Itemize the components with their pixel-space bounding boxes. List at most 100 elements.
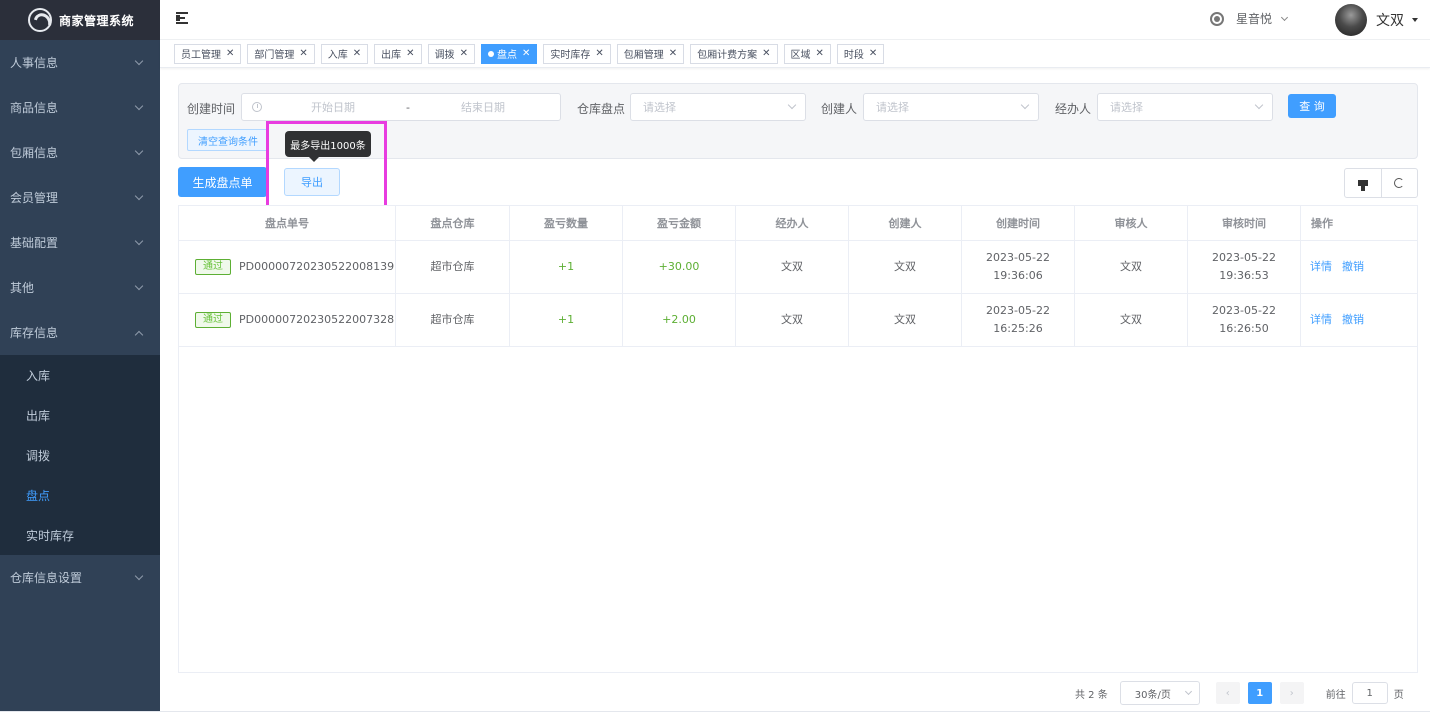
tab-realtime-stock[interactable]: 实时库存 ✕: [543, 43, 611, 64]
qty-cell: +1: [510, 241, 623, 293]
sidebar-subitem-stock-in[interactable]: 入库: [0, 355, 160, 395]
detail-link[interactable]: 详情: [1310, 258, 1332, 276]
refresh-button[interactable]: [1380, 169, 1418, 197]
close-icon[interactable]: ✕: [353, 48, 361, 59]
tab-employees[interactable]: 员工管理 ✕: [174, 43, 242, 64]
start-date-input[interactable]: 开始日期: [268, 99, 398, 115]
warehouse-select[interactable]: 请选择: [630, 93, 806, 121]
sidebar-subitem-stock-out[interactable]: 出库: [0, 395, 160, 435]
close-icon[interactable]: ✕: [762, 48, 770, 59]
sidebar-item-rooms[interactable]: 包厢信息: [0, 130, 160, 175]
sidebar-item-basic-config[interactable]: 基础配置: [0, 220, 160, 265]
revoke-link[interactable]: 撤销: [1342, 258, 1364, 276]
created-time-label: 创建时间: [187, 102, 236, 116]
tab-time-slot[interactable]: 时段 ✕: [836, 43, 885, 64]
close-icon[interactable]: ✕: [299, 48, 307, 59]
user-menu[interactable]: 文双: [1335, 4, 1418, 36]
warehouse-cell: 超市仓库: [396, 294, 510, 346]
generate-stocktake-button[interactable]: 生成盘点单: [178, 167, 267, 197]
chevron-down-icon: [787, 100, 797, 110]
status-badge: 通过: [195, 259, 231, 275]
prev-page-button[interactable]: ‹: [1215, 682, 1240, 704]
sidebar-item-inventory[interactable]: 库存信息: [0, 310, 160, 355]
tab-area[interactable]: 区域 ✕: [783, 43, 831, 64]
chevron-down-icon: [134, 571, 144, 580]
clock-icon: [252, 102, 262, 112]
end-date-input[interactable]: 结束日期: [418, 99, 548, 115]
table-header: 盘点单号 盘点仓库 盈亏数量 盈亏金额 经办人 创建人 创建时间 审核人 审核时…: [179, 206, 1417, 241]
close-icon[interactable]: ✕: [869, 48, 877, 59]
sidebar-item-warehouse-settings[interactable]: 仓库信息设置: [0, 555, 160, 600]
goto-page-input[interactable]: 1: [1351, 682, 1388, 704]
close-icon[interactable]: ✕: [816, 48, 824, 59]
sidebar-item-label: 其他: [10, 281, 35, 295]
close-icon[interactable]: ✕: [522, 48, 530, 59]
date-range-picker[interactable]: 开始日期 - 结束日期: [241, 93, 561, 121]
sidebar-item-goods[interactable]: 商品信息: [0, 85, 160, 130]
amount-cell: +2.00: [623, 294, 736, 346]
revoke-link[interactable]: 撤销: [1342, 311, 1364, 329]
review-time-cell: 2023-05-22 16:26:50: [1212, 304, 1276, 335]
sidebar: 商家管理系统 人事信息 商品信息 包厢信息 会员管理 基础配置 其他 库存信息: [0, 0, 160, 712]
sidebar-item-members[interactable]: 会员管理: [0, 175, 160, 220]
close-icon[interactable]: ✕: [226, 48, 234, 59]
select-placeholder: 请选择: [643, 101, 676, 114]
sidebar-item-label: 包厢信息: [10, 146, 59, 160]
sidebar-subitem-transfer[interactable]: 调拨: [0, 435, 160, 475]
tab-stock-out[interactable]: 出库 ✕: [374, 43, 422, 64]
tab-label: 调拨: [434, 50, 455, 61]
created-time-cell: 2023-05-22 19:36:06: [986, 251, 1050, 282]
chevron-down-icon: [134, 146, 144, 155]
print-icon: [1357, 180, 1368, 191]
close-icon[interactable]: ✕: [669, 48, 677, 59]
top-header: 星音悦 文双: [160, 0, 1430, 40]
store-switcher[interactable]: 星音悦: [1210, 10, 1289, 27]
tab-room-billing[interactable]: 包厢计费方案 ✕: [690, 43, 778, 64]
tab-departments[interactable]: 部门管理 ✕: [247, 43, 315, 64]
table-tools: [1344, 168, 1418, 198]
store-icon: [1210, 11, 1224, 26]
warehouse-cell: 超市仓库: [396, 241, 510, 293]
close-icon[interactable]: ✕: [406, 48, 414, 59]
tab-transfer[interactable]: 调拨 ✕: [427, 43, 475, 64]
detail-link[interactable]: 详情: [1310, 311, 1332, 329]
date-separator: -: [406, 100, 410, 114]
active-dot-icon: [487, 50, 494, 57]
chevron-down-icon: [134, 191, 144, 200]
handler-select[interactable]: 请选择: [1097, 93, 1273, 121]
chevron-up-icon: [134, 330, 144, 339]
menu-toggle-icon[interactable]: [176, 12, 190, 24]
chevron-down-icon: [134, 56, 144, 65]
user-name: 文双: [1376, 13, 1404, 29]
inventory-submenu: 入库 出库 调拨 盘点 实时库存: [0, 355, 160, 555]
creator-cell: 文双: [849, 294, 962, 346]
handler-label: 经办人: [1055, 102, 1092, 116]
qty-cell: +1: [510, 294, 623, 346]
sidebar-subitem-realtime-stock[interactable]: 实时库存: [0, 515, 160, 555]
query-button[interactable]: 查 询: [1288, 94, 1336, 118]
column-header: 经办人: [736, 206, 849, 240]
tab-room-management[interactable]: 包厢管理 ✕: [616, 43, 685, 64]
close-icon[interactable]: ✕: [595, 48, 603, 59]
clear-filters-button[interactable]: 清空查询条件: [187, 129, 269, 151]
chevron-down-icon: [134, 281, 144, 290]
tab-stocktake[interactable]: 盘点 ✕: [480, 43, 538, 64]
column-header: 盘点单号: [179, 206, 396, 240]
sidebar-item-personnel[interactable]: 人事信息: [0, 40, 160, 85]
tab-stock-in[interactable]: 入库 ✕: [320, 43, 369, 64]
page-size-select[interactable]: 30条/页: [1119, 681, 1200, 705]
logo-icon: [28, 8, 52, 32]
column-header: 操作: [1311, 217, 1333, 230]
sidebar-subitem-stocktake[interactable]: 盘点: [0, 475, 160, 515]
sidebar-item-other[interactable]: 其他: [0, 265, 160, 310]
next-page-button[interactable]: ›: [1279, 682, 1304, 704]
page-number-button[interactable]: 1: [1247, 682, 1272, 704]
column-header: 创建时间: [962, 206, 1075, 240]
creator-select[interactable]: 请选择: [863, 93, 1039, 121]
actions-cell: 详情 撤销: [1301, 241, 1413, 293]
refresh-icon: [1394, 178, 1405, 188]
app-logo[interactable]: 商家管理系统: [0, 0, 160, 40]
close-icon[interactable]: ✕: [460, 48, 468, 59]
print-button[interactable]: [1345, 169, 1381, 197]
creator-cell: 文双: [849, 241, 962, 293]
